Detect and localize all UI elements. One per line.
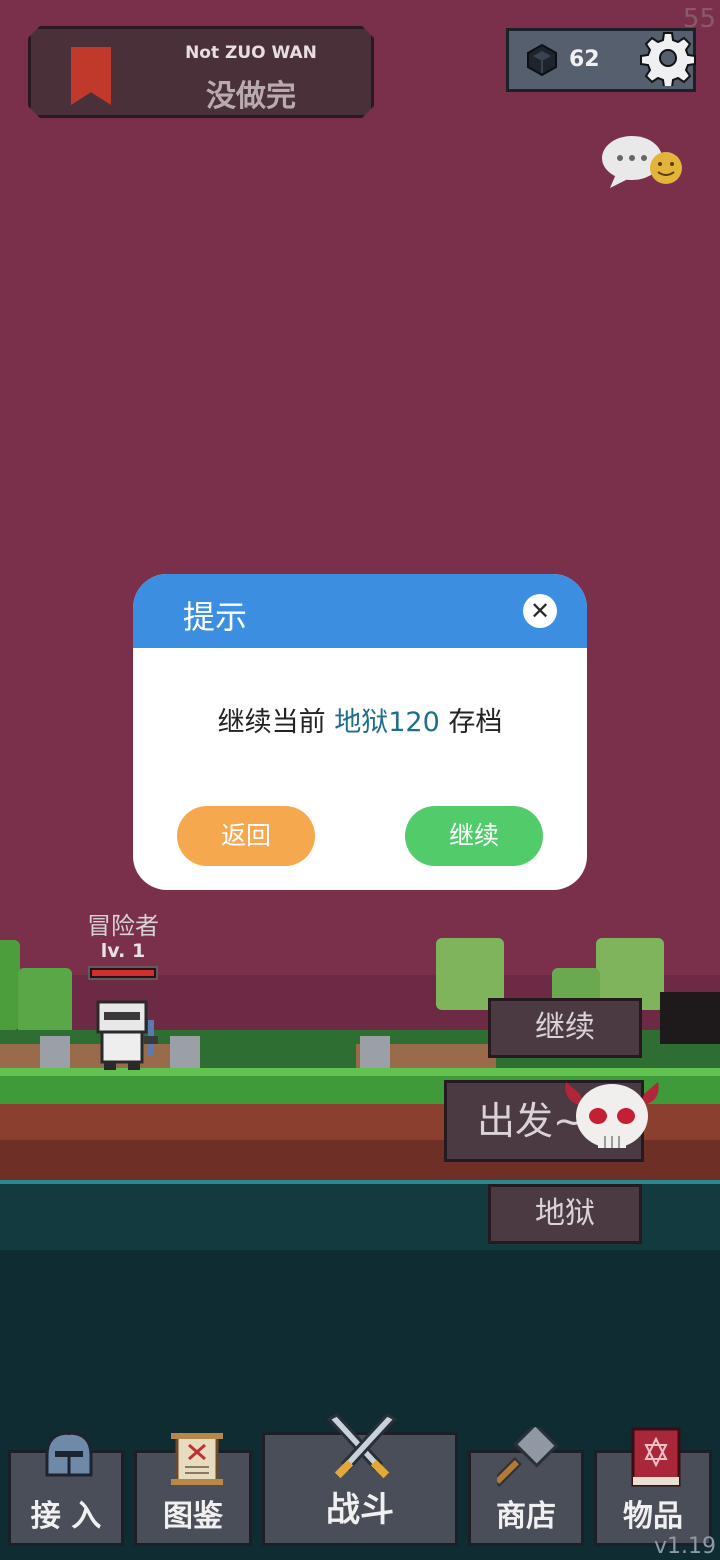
demon-skull-icon (565, 1082, 659, 1148)
nav-connect[interactable]: 接 入 (8, 1429, 124, 1546)
hell-mode-button[interactable]: 地狱 (488, 1184, 642, 1244)
nav-battle[interactable]: 战斗 (262, 1413, 458, 1546)
dark-shrub (660, 992, 720, 1044)
title-plate[interactable]: Not ZUO WAN 没做完 (28, 26, 374, 118)
title-chinese: 没做完 (206, 79, 296, 114)
stone-post (170, 1036, 200, 1070)
title-english: Not ZUO WAN (185, 43, 317, 63)
nav-codex[interactable]: 图鉴 (134, 1433, 252, 1546)
message-prefix: 继续当前 (217, 707, 335, 738)
knight-sprite[interactable] (92, 1000, 166, 1072)
bookmark-icon (71, 47, 111, 105)
scene-continue-button[interactable]: 继续 (488, 998, 642, 1058)
nav-label: 接 入 (30, 1499, 102, 1534)
chat-icon[interactable] (600, 134, 686, 190)
save-slot-name: 地狱120 (334, 707, 440, 738)
gem-count: 62 (569, 47, 600, 72)
nav-items[interactable]: 物品 (594, 1427, 712, 1546)
hero-level: lv. 1 (100, 940, 146, 962)
hero-hp-fill (92, 970, 154, 976)
tree (18, 968, 72, 1036)
prompt-dialog: 提示 ✕ 继续当前 地狱120 存档 返回 继续 (133, 574, 587, 890)
nav-label: 商店 (496, 1499, 556, 1534)
hero-name: 冒险者 (87, 912, 159, 940)
gear-icon[interactable] (640, 30, 696, 86)
stone-post (40, 1036, 70, 1070)
crossed-swords-icon (326, 1413, 398, 1479)
close-button[interactable]: ✕ (523, 594, 557, 628)
gem-icon (527, 43, 557, 77)
helmet-icon (45, 1429, 93, 1477)
hammer-icon (497, 1427, 559, 1487)
continue-button[interactable]: 继续 (405, 806, 543, 866)
version-label: v1.19 (653, 1534, 716, 1559)
nav-label: 战斗 (326, 1490, 394, 1530)
stone-post (360, 1036, 390, 1070)
nav-label: 物品 (623, 1499, 683, 1534)
back-button[interactable]: 返回 (177, 806, 315, 866)
scroll-icon (171, 1433, 223, 1485)
dialog-title: 提示 (183, 598, 248, 636)
spellbook-icon (631, 1427, 681, 1487)
nav-shop[interactable]: 商店 (468, 1427, 584, 1546)
hero-hp-bar (88, 966, 158, 980)
dialog-message: 继续当前 地狱120 存档 (133, 700, 587, 739)
nav-label: 图鉴 (163, 1499, 223, 1534)
message-suffix: 存档 (439, 707, 503, 738)
tree (0, 940, 20, 1030)
dialog-header: 提示 ✕ (133, 574, 587, 648)
